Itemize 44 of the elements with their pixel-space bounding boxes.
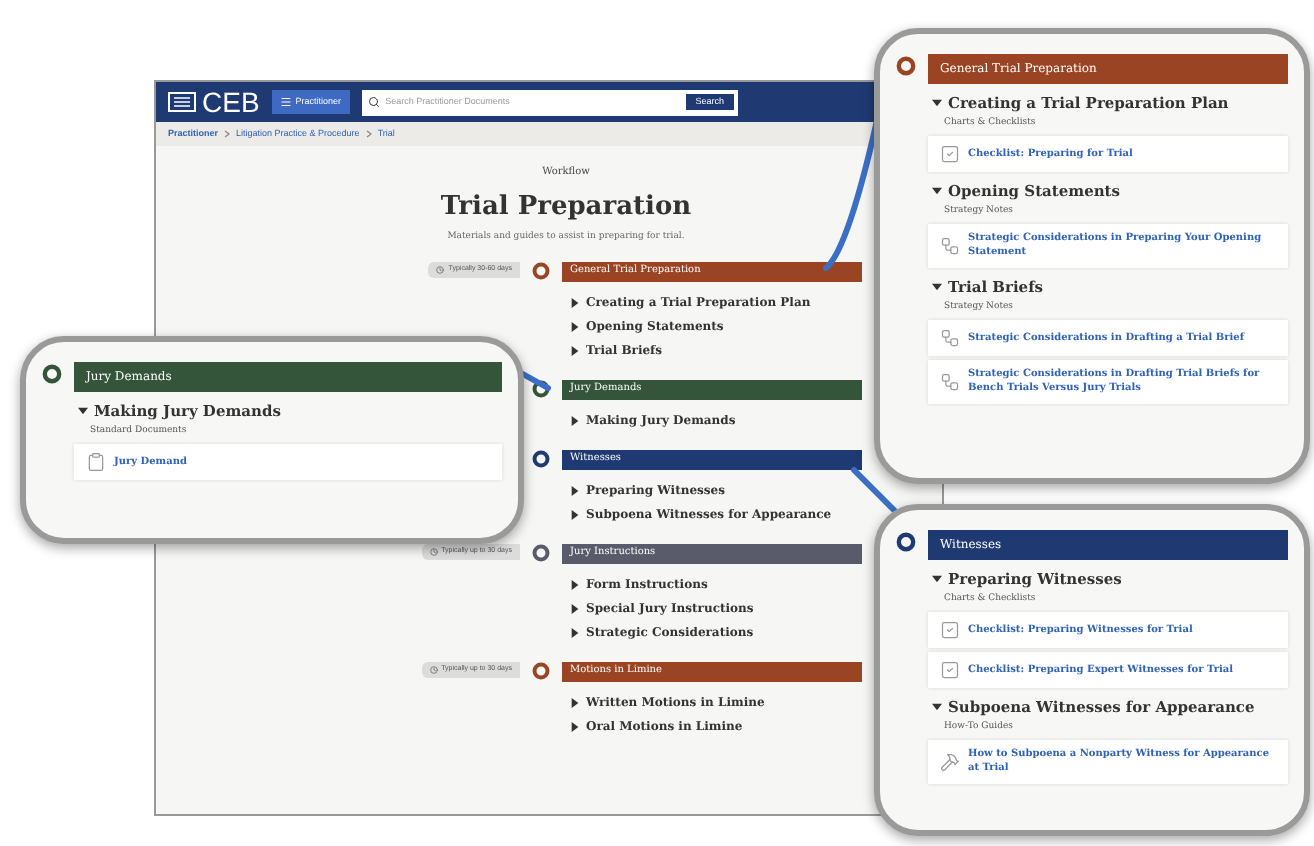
flowchart-icon xyxy=(940,328,960,348)
caret-icon xyxy=(570,579,580,590)
page-title: Trial Preparation xyxy=(440,189,692,225)
clipboard-icon xyxy=(86,452,106,472)
pin-icon xyxy=(532,379,550,398)
caret-icon xyxy=(570,509,580,520)
logo-icon xyxy=(168,92,196,112)
pin-icon xyxy=(896,532,916,552)
caret-icon xyxy=(932,574,942,585)
caret-icon xyxy=(570,603,580,614)
flowchart-icon xyxy=(940,236,960,256)
checkbox-icon xyxy=(940,144,960,164)
logo-text: CEB xyxy=(202,88,260,116)
caret-icon xyxy=(570,415,580,426)
caret-icon xyxy=(932,282,942,293)
caret-icon xyxy=(570,697,580,708)
flowchart-icon xyxy=(940,372,960,392)
clock-icon xyxy=(429,547,438,556)
checkbox-icon xyxy=(940,620,960,640)
connector-line xyxy=(850,466,898,514)
caret-icon xyxy=(932,702,942,713)
chevron-icon xyxy=(365,130,372,138)
clock-icon xyxy=(436,265,445,274)
caret-icon xyxy=(78,406,88,417)
caret-icon xyxy=(932,186,942,197)
caret-icon xyxy=(570,321,580,332)
caret-icon xyxy=(570,485,580,496)
pin-icon xyxy=(532,543,550,562)
pin-icon xyxy=(532,261,550,280)
caret-icon xyxy=(570,297,580,308)
caret-icon xyxy=(570,721,580,732)
checkbox-icon xyxy=(940,660,960,680)
pin-icon xyxy=(42,364,62,384)
menu-icon xyxy=(279,96,292,108)
caret-icon xyxy=(570,345,580,356)
chevron-icon xyxy=(224,130,231,138)
clock-icon xyxy=(429,665,438,674)
caret-icon xyxy=(932,98,942,109)
pin-icon xyxy=(896,56,916,76)
pin-icon xyxy=(532,661,550,680)
caret-icon xyxy=(570,627,580,638)
pin-icon xyxy=(532,449,550,468)
hammer-icon xyxy=(940,752,960,772)
search-icon xyxy=(367,96,380,108)
